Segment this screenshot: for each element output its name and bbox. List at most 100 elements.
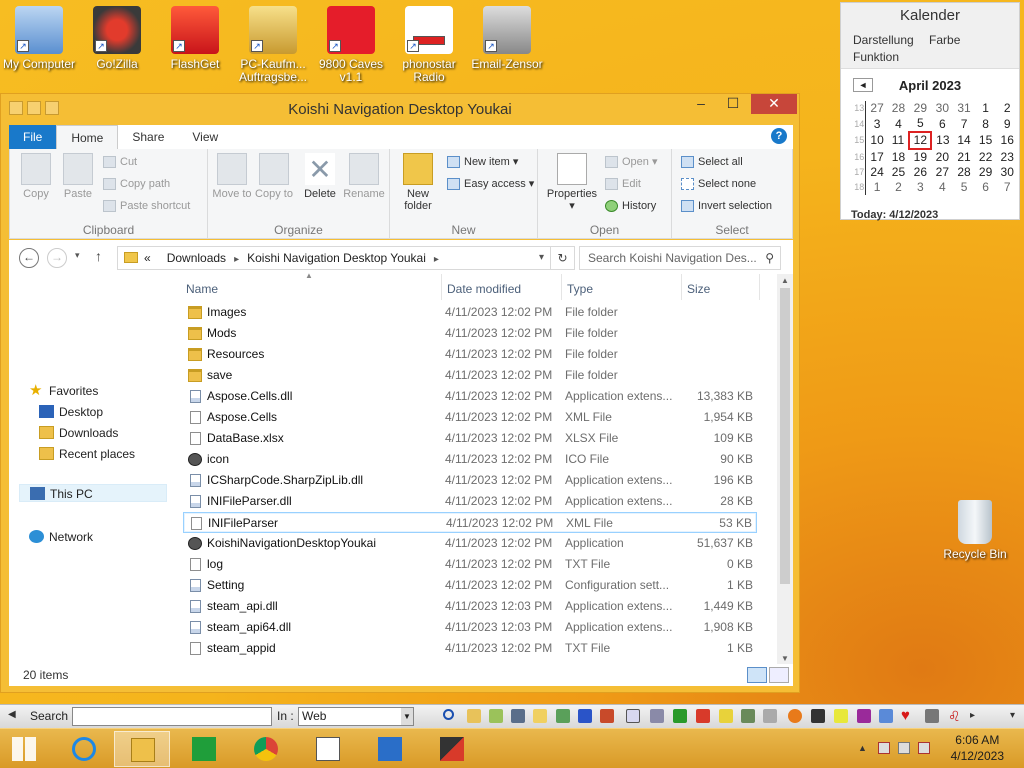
desktop-icon-recycle-bin[interactable]: Recycle Bin	[936, 500, 1014, 561]
calendar-day[interactable]: 3	[909, 180, 931, 195]
calendar-day[interactable]: 11	[888, 132, 910, 149]
calendar-day[interactable]: 5	[953, 180, 975, 195]
tool-icon[interactable]	[578, 709, 592, 723]
toolbar-search-input[interactable]	[72, 707, 272, 726]
calendar-day[interactable]: 1	[866, 180, 888, 195]
open-button[interactable]: Open ▾	[604, 152, 658, 172]
column-divider[interactable]	[441, 274, 442, 300]
invert-selection-button[interactable]: Invert selection	[680, 196, 772, 216]
tool-icon[interactable]	[763, 709, 777, 723]
file-row[interactable]: Aspose.Cells.dll 4/11/2023 12:02 PM Applic…	[183, 386, 757, 407]
open-folder-icon[interactable]	[467, 709, 481, 723]
calendar-day[interactable]: 27	[866, 101, 888, 116]
column-header-name[interactable]: Name	[186, 282, 218, 296]
nav-recent-places[interactable]: Recent places	[39, 445, 135, 463]
search-input[interactable]: Search Koishi Navigation Des... ⚲	[579, 246, 781, 270]
nav-downloads[interactable]: Downloads	[39, 424, 118, 442]
calendar-day[interactable]: 3	[866, 116, 888, 132]
scrollbar-thumb[interactable]	[780, 288, 790, 584]
select-all-button[interactable]: Select all	[680, 152, 743, 172]
column-header-type[interactable]: Type	[567, 282, 593, 296]
breadcrumb-current[interactable]: Koishi Navigation Desktop Youkai	[247, 251, 426, 265]
toolbar-menu-icon[interactable]: ▾	[1010, 710, 1015, 721]
desktop-icon-pc-kaufmann[interactable]: ↗ PC-Kaufm... Auftragsbe...	[234, 6, 312, 84]
network-tray-icon[interactable]	[898, 742, 910, 754]
taskbar-store[interactable]	[176, 731, 232, 767]
volume-icon[interactable]	[918, 742, 930, 754]
paste-button[interactable]: Paste	[56, 153, 100, 200]
forward-button[interactable]: →	[47, 248, 67, 268]
nav-this-pc[interactable]: This PC	[19, 484, 167, 502]
calendar-day[interactable]: 6	[975, 180, 997, 195]
delete-button[interactable]: ✕ Delete	[298, 153, 342, 200]
calendar-day[interactable]: 25	[888, 165, 910, 180]
chevron-right-icon[interactable]: ▸	[234, 254, 239, 265]
edit-button[interactable]: Edit	[604, 174, 641, 194]
tool-icon[interactable]	[811, 709, 825, 723]
calendar-day[interactable]: 15	[975, 132, 997, 149]
calendar-day[interactable]: 19	[909, 149, 931, 165]
calendar-day[interactable]: 4	[888, 116, 910, 132]
tool-icon[interactable]	[719, 709, 733, 723]
tool-icon[interactable]	[696, 709, 710, 723]
taskbar-app[interactable]	[424, 731, 480, 767]
vertical-scrollbar[interactable]: ▲ ▼	[777, 274, 793, 666]
breadcrumb-downloads[interactable]: Downloads	[167, 251, 226, 265]
calendar-day[interactable]: 20	[931, 149, 953, 165]
file-row[interactable]: steam_appid 4/11/2023 12:02 PM TXT File 1 K…	[183, 638, 757, 659]
calendar-day[interactable]: 7	[953, 116, 975, 132]
calendar-day[interactable]: 9	[996, 116, 1018, 132]
heart-icon[interactable]: ♥	[901, 708, 915, 723]
calendar-day[interactable]: 28	[888, 101, 910, 116]
properties-button[interactable]: Properties ▾	[544, 153, 600, 212]
tool-icon[interactable]	[879, 709, 893, 723]
copy-to-button[interactable]: Copy to	[252, 153, 296, 200]
calendar-day[interactable]: 7	[996, 180, 1018, 195]
minimize-button[interactable]: –	[687, 94, 715, 114]
paste-shortcut-button[interactable]: Paste shortcut	[102, 196, 190, 216]
calendar-day[interactable]: 30	[931, 101, 953, 116]
calendar-day[interactable]: 31	[953, 101, 975, 116]
tool-icon[interactable]	[650, 709, 664, 723]
file-row[interactable]: DataBase.xlsx 4/11/2023 12:02 PM XLSX File…	[183, 428, 757, 449]
calendar-day[interactable]: 28	[953, 165, 975, 180]
up-arrow-icon[interactable]: ↑	[95, 248, 102, 264]
file-row[interactable]: Aspose.Cells 4/11/2023 12:02 PM XML File 1,…	[183, 407, 757, 428]
file-row[interactable]: Images 4/11/2023 12:02 PM File folder	[183, 302, 757, 323]
column-header-date[interactable]: Date modified	[447, 282, 521, 296]
calendar-day[interactable]: 24	[866, 165, 888, 180]
cut-button[interactable]: Cut	[102, 152, 137, 172]
desktop-icon-email-zensor[interactable]: ↗ Email-Zensor	[468, 6, 546, 71]
calendar-day[interactable]: 29	[909, 101, 931, 116]
calendar-day[interactable]: 2	[888, 180, 910, 195]
tool-icon[interactable]	[489, 709, 503, 723]
file-row[interactable]: steam_api.dll 4/11/2023 12:03 PM Applicati…	[183, 596, 757, 617]
breadcrumb-overflow-icon[interactable]: «	[144, 251, 151, 265]
toolbar-in-select[interactable]: Web ▼	[298, 707, 414, 726]
calendar-day[interactable]: 22	[975, 149, 997, 165]
taskbar-file-explorer[interactable]	[114, 731, 170, 767]
file-row[interactable]: Setting 4/11/2023 12:02 PM Configuration s…	[183, 575, 757, 596]
file-row[interactable]: ICSharpCode.SharpZipLib.dll 4/11/2023 12:…	[183, 470, 757, 491]
easy-access-button[interactable]: Easy access ▾	[446, 174, 534, 194]
calendar-day[interactable]: 16	[996, 132, 1018, 149]
calendar-day[interactable]: 21	[953, 149, 975, 165]
file-row[interactable]: INIFileParser.dll 4/11/2023 12:02 PM Appli…	[183, 491, 757, 512]
scroll-up-icon[interactable]: ▲	[777, 274, 793, 288]
refresh-button[interactable]: ↻	[551, 246, 575, 270]
details-view-icon[interactable]	[747, 667, 767, 683]
taskbar-chrome[interactable]	[238, 731, 294, 767]
tool-icon[interactable]	[834, 709, 848, 723]
close-button[interactable]: ✕	[751, 94, 797, 114]
flag-icon[interactable]	[878, 742, 890, 754]
file-row[interactable]: steam_api64.dll 4/11/2023 12:03 PM Applica…	[183, 617, 757, 638]
clock[interactable]: 6:06 AM 4/12/2023	[951, 732, 1004, 764]
calendar-day[interactable]: 23	[996, 149, 1018, 165]
dollar-icon[interactable]	[673, 709, 687, 723]
calendar-day[interactable]: 2	[996, 101, 1018, 116]
toolbar-more-icon[interactable]: ▸	[970, 710, 975, 721]
calendar-day[interactable]: 8	[975, 116, 997, 132]
column-divider[interactable]	[759, 274, 760, 300]
calendar-day[interactable]: 29	[975, 165, 997, 180]
calendar-day[interactable]: 4	[931, 180, 953, 195]
